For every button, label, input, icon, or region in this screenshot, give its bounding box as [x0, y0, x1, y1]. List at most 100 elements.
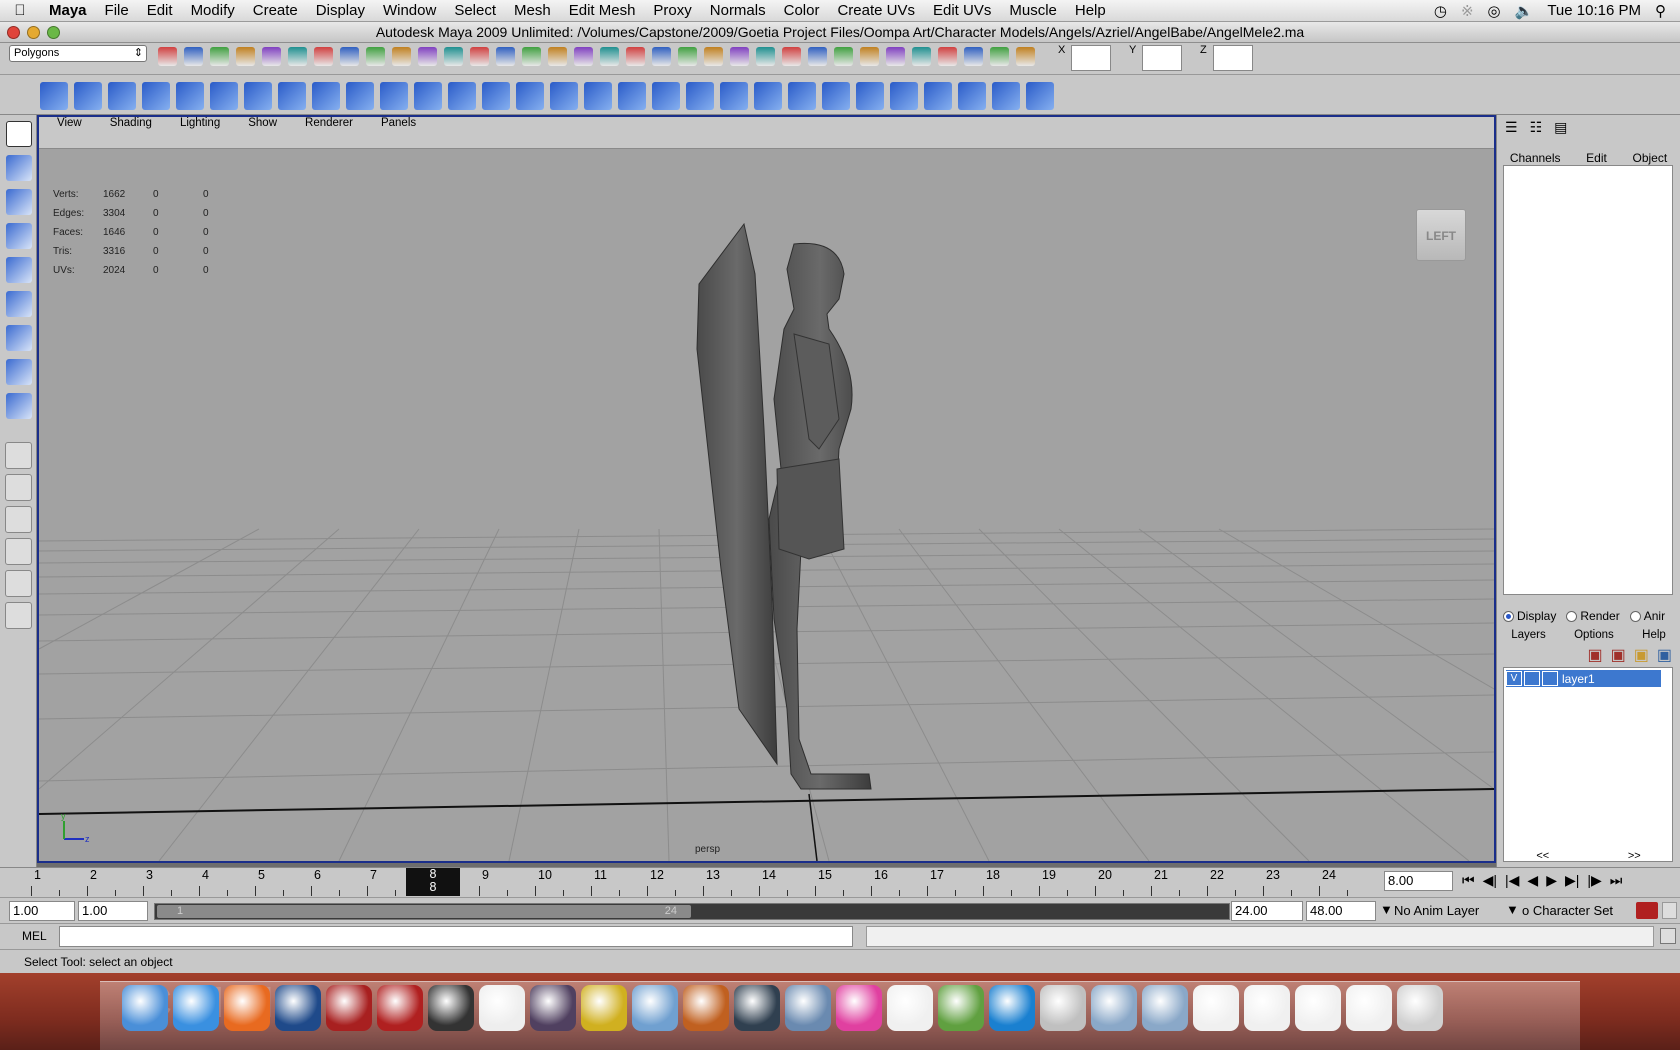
shelf-poly-tool-icon[interactable]: [312, 82, 340, 110]
frame-tick-label[interactable]: 17: [930, 868, 944, 882]
shelf-poly-tool-icon[interactable]: [720, 82, 748, 110]
status-line-tool-icon[interactable]: [808, 47, 827, 66]
volume-icon[interactable]: 🔈: [1515, 2, 1534, 20]
status-line-tool-icon[interactable]: [418, 47, 437, 66]
status-line-tool-icon[interactable]: [574, 47, 593, 66]
shelf-poly-tool-icon[interactable]: [754, 82, 782, 110]
shelf-poly-tool-icon[interactable]: [822, 82, 850, 110]
minimize-window-icon[interactable]: [27, 26, 40, 39]
range-slider-track[interactable]: 1 24: [154, 903, 1230, 920]
status-line-tool-icon[interactable]: [704, 47, 723, 66]
garageband-icon[interactable]: [683, 985, 729, 1031]
status-line-tool-icon[interactable]: [262, 47, 281, 66]
status-line-tool-icon[interactable]: [392, 47, 411, 66]
radio-display[interactable]: Display: [1503, 609, 1556, 623]
nav-right-button[interactable]: >>: [1628, 850, 1641, 862]
menuset-dropdown[interactable]: Polygons ⇕: [9, 45, 147, 62]
panel-menu-show[interactable]: Show: [220, 117, 277, 129]
frame-tick-label[interactable]: 6: [314, 868, 321, 882]
spotlight-icon[interactable]: ⚲: [1655, 2, 1666, 20]
status-line-tool-icon[interactable]: [1016, 47, 1035, 66]
panel-menu-view[interactable]: View: [39, 117, 82, 129]
color-picker-icon[interactable]: [836, 985, 882, 1031]
viewcube[interactable]: LEFT: [1416, 209, 1466, 261]
range-slider-handle[interactable]: 1 24: [157, 905, 691, 918]
menu-normals[interactable]: Normals: [701, 2, 775, 19]
playback-start-field[interactable]: 1.00: [78, 901, 148, 921]
radio-render[interactable]: Render: [1566, 609, 1620, 623]
play-backward-icon[interactable]: ◀: [1527, 872, 1538, 889]
imovie-icon[interactable]: [581, 985, 627, 1031]
status-line-tool-icon[interactable]: [496, 47, 515, 66]
menu-muscle[interactable]: Muscle: [1000, 2, 1066, 19]
layer-list[interactable]: V layer1: [1503, 667, 1673, 862]
textwrangler-icon[interactable]: [734, 985, 780, 1031]
anim-end-field[interactable]: 48.00: [1306, 901, 1376, 921]
photoshop-icon[interactable]: [275, 985, 321, 1031]
new-empty-layer-icon[interactable]: ▣: [1611, 645, 1626, 665]
new-layer-from-selected-icon[interactable]: ▣: [1588, 645, 1603, 665]
menu-file[interactable]: File: [96, 2, 138, 19]
frame-tick-label[interactable]: 13: [706, 868, 720, 882]
layout-preset-icon[interactable]: [5, 474, 32, 501]
current-frame-field[interactable]: 8.00: [1384, 871, 1453, 891]
layer-color-swatch[interactable]: [1542, 671, 1558, 686]
step-forward-key-icon[interactable]: ▶|: [1565, 872, 1579, 889]
shelf-poly-tool-icon[interactable]: [788, 82, 816, 110]
frame-tick-label[interactable]: 3: [146, 868, 153, 882]
maya-icon[interactable]: [326, 985, 372, 1031]
window1-icon[interactable]: [1193, 985, 1239, 1031]
shelf-poly-tool-icon[interactable]: [652, 82, 680, 110]
window3-icon[interactable]: [1295, 985, 1341, 1031]
frame-tick-label[interactable]: 10: [538, 868, 552, 882]
shelf-poly-tool-icon[interactable]: [958, 82, 986, 110]
trash-icon[interactable]: [1397, 985, 1443, 1031]
status-line-tool-icon[interactable]: [678, 47, 697, 66]
step-back-icon[interactable]: ◀|: [1483, 872, 1497, 889]
mel-label[interactable]: MEL: [22, 929, 47, 943]
shelf-poly-tool-icon[interactable]: [890, 82, 918, 110]
auto-key-icon[interactable]: [1636, 902, 1658, 919]
transform-tool-icon[interactable]: [6, 155, 32, 181]
app-menu[interactable]: Maya: [40, 2, 96, 19]
status-line-tool-icon[interactable]: [938, 47, 957, 66]
quicktime-icon[interactable]: [989, 985, 1035, 1031]
finder-icon[interactable]: [122, 985, 168, 1031]
shelf-poly-tool-icon[interactable]: [992, 82, 1020, 110]
menu-edit[interactable]: Edit: [138, 2, 182, 19]
status-line-tool-icon[interactable]: [730, 47, 749, 66]
play-forward-icon[interactable]: ▶: [1546, 872, 1557, 889]
tab-channels[interactable]: Channels: [1510, 151, 1561, 165]
firefox-icon[interactable]: [224, 985, 270, 1031]
status-line-tool-icon[interactable]: [548, 47, 567, 66]
menu-display[interactable]: Display: [307, 2, 374, 19]
panel-menu-renderer[interactable]: Renderer: [277, 117, 353, 129]
frame-tick-label[interactable]: 21: [1154, 868, 1168, 882]
status-line-tool-icon[interactable]: [184, 47, 203, 66]
shelf-poly-tool-icon[interactable]: [414, 82, 442, 110]
status-line-tool-icon[interactable]: [444, 47, 463, 66]
frame-tick-label[interactable]: 14: [762, 868, 776, 882]
script-editor-icon[interactable]: [1660, 928, 1676, 944]
shelf-poly-tool-icon[interactable]: [482, 82, 510, 110]
panel-menu-panels[interactable]: Panels: [353, 117, 416, 129]
new-anim-layer-icon[interactable]: ▣: [1634, 645, 1649, 665]
layer-menu-layers[interactable]: Layers: [1511, 629, 1546, 641]
preview-icon[interactable]: [785, 985, 831, 1031]
new-anim-layer-selected-icon[interactable]: ▣: [1657, 645, 1672, 665]
layer-visibility-toggle[interactable]: V: [1506, 671, 1522, 686]
lotus-icon[interactable]: [938, 985, 984, 1031]
status-line-tool-icon[interactable]: [522, 47, 541, 66]
shelf-poly-tool-icon[interactable]: [380, 82, 408, 110]
z-field[interactable]: [1213, 45, 1253, 71]
select-tool-icon[interactable]: [6, 121, 32, 147]
menu-color[interactable]: Color: [775, 2, 829, 19]
menu-proxy[interactable]: Proxy: [644, 2, 700, 19]
panel-menu-lighting[interactable]: Lighting: [152, 117, 220, 129]
step-back-key-icon[interactable]: |◀: [1505, 872, 1519, 889]
animation-prefs-icon[interactable]: [1662, 902, 1677, 919]
mail-icon[interactable]: [1040, 985, 1086, 1031]
shelf-poly-tool-icon[interactable]: [550, 82, 578, 110]
status-line-tool-icon[interactable]: [626, 47, 645, 66]
transform-tool-icon[interactable]: [6, 223, 32, 249]
